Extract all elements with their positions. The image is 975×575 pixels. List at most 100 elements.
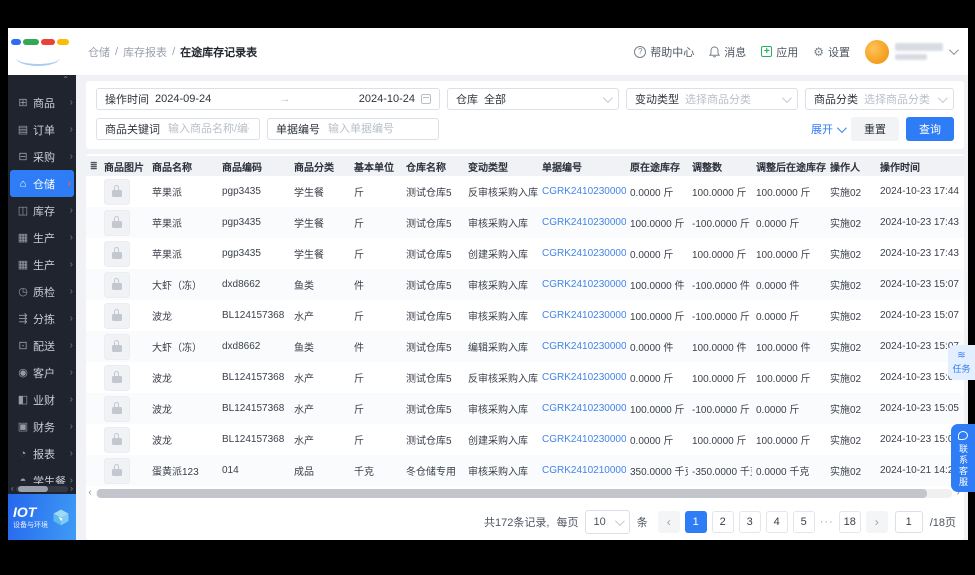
sidebar-item-student-meal[interactable]: ◓ 学生餐 › (8, 467, 76, 485)
lock-icon (112, 216, 122, 228)
scroll-left-icon[interactable]: ‹ (11, 485, 14, 493)
money-icon: ▣ (17, 421, 29, 433)
page-button-2[interactable]: 2 (711, 511, 734, 533)
scrollbar-track[interactable] (15, 486, 69, 492)
iot-module[interactable]: IOT 设备与环境 (8, 494, 76, 540)
keyword-input[interactable] (166, 122, 251, 136)
sidebar-scrollbar[interactable]: ‹ › (8, 484, 76, 494)
support-float-button[interactable]: 联系客服 (951, 424, 975, 492)
scrollbar-thumb[interactable] (97, 488, 928, 498)
page-button-5[interactable]: 5 (792, 511, 815, 533)
cell-unit: 件 (350, 269, 402, 300)
scroll-right-icon[interactable]: › (70, 485, 73, 493)
chevron-right-icon: › (69, 313, 73, 324)
page-button-1[interactable]: 1 (684, 511, 707, 533)
column-settings-icon[interactable]: ≣ (90, 161, 97, 171)
app-logo (8, 28, 76, 75)
page-button-4[interactable]: 4 (765, 511, 788, 533)
sidebar-item-sorting[interactable]: ⇶ 分拣 › (8, 305, 76, 332)
per-page-unit: 条 (636, 517, 648, 529)
sidebar-item-finance[interactable]: ▣ 财务 › (8, 413, 76, 440)
apps-button[interactable]: + 应用 (761, 44, 798, 60)
chevron-right-icon: › (69, 367, 73, 378)
breadcrumb-item[interactable]: 库存报表 (123, 44, 167, 60)
pagination: 共172条记录, 每页 10 条 ‹12345 ··· 18› /18页 (86, 498, 964, 534)
cell-time: 2024-10-23 15:07 (880, 310, 959, 321)
doc-number-link[interactable]: CGRK24102100002 (542, 465, 626, 476)
cell-code: pgp3435 (222, 248, 261, 259)
sidebar-item-goods[interactable]: ⊞ 商品 › (8, 89, 76, 116)
pager: ‹ 1 2 3 4 5 ··· 18 › (657, 511, 888, 533)
help-center-button[interactable]: ? 帮助中心 (634, 44, 694, 60)
date-to[interactable]: 2024-10-24 (359, 93, 415, 105)
cell-before: 0.0000 斤 (630, 436, 674, 447)
next-page-button[interactable]: › (865, 511, 888, 533)
docno-input[interactable] (326, 122, 430, 136)
doc-number-link[interactable]: CGRK24102300001 (542, 279, 626, 290)
breadcrumb-item[interactable]: 仓储 (88, 44, 110, 60)
doc-number-link[interactable]: CGRK24102300001 (542, 403, 626, 414)
split-icon: ⇶ (18, 313, 28, 325)
page-jump-input[interactable] (894, 511, 923, 533)
sidebar-item-inventory[interactable]: ◫ 库存 › (8, 197, 76, 224)
sidebar-item-quality[interactable]: ◷ 质检 › (8, 278, 76, 305)
prev-page-button[interactable]: ‹ (657, 511, 680, 533)
page-button-3[interactable]: 3 (738, 511, 761, 533)
tasks-float-button[interactable]: ≋ 任务 (948, 345, 975, 380)
row-expander-cell (86, 424, 100, 455)
doc-number-link[interactable]: CGRK24102300001 (542, 310, 626, 321)
doc-number-link[interactable]: CGRK24102300001 (542, 341, 626, 352)
messages-button[interactable]: 消息 (709, 44, 746, 60)
product-image-placeholder (104, 302, 130, 329)
doc-number-link[interactable]: CGRK24102300001 (542, 372, 626, 383)
category-select[interactable]: 商品分类 选择商品分类 (805, 88, 954, 110)
sidebar-menu: ⊞ 商品 › ▤ 订单 › ⊟ 采购 › ⌂ 仓储 › ◫ 库存 › ▦ 生产 › ▦ 生产 › ◷ 质检 › ⇶ 分拣 › ⊡ 配送 ›… (8, 85, 76, 484)
column-settings-header[interactable]: ≣ (86, 156, 100, 176)
product-image-placeholder (104, 364, 130, 391)
bag-icon: ⊟ (18, 151, 28, 163)
search-button[interactable]: 查询 (906, 117, 954, 141)
sidebar-item-procurement[interactable]: ⊟ 采购 › (8, 143, 76, 170)
sidebar-item-customers[interactable]: ◉ 客户 › (8, 359, 76, 386)
page-button-18[interactable]: 18 (838, 511, 861, 533)
change-type-select[interactable]: 变动类型 选择商品分类 (626, 88, 798, 110)
scrollbar-thumb[interactable] (17, 486, 49, 492)
sidebar-item-label: 学生餐 (33, 475, 66, 485)
warehouse-select[interactable]: 仓库 全部 (447, 88, 619, 110)
user-menu[interactable] (865, 39, 959, 64)
product-image-placeholder (104, 271, 130, 298)
product-image-placeholder (104, 240, 130, 267)
app-grid-icon: + (761, 46, 773, 57)
sidebar-item-warehouse[interactable]: ⌂ 仓储 › (10, 170, 74, 197)
doc-number-link[interactable]: CGRK24102300002 (542, 248, 626, 259)
cell-operator: 实施02 (830, 188, 862, 199)
doc-number-link[interactable]: CGRK24102300001 (542, 434, 626, 445)
table-row: 大虾（冻） dxd8662 鱼类件测试仓库5 审核采购入库 CGRK2410230000… (86, 269, 964, 300)
date-from[interactable]: 2024-09-24 (155, 93, 211, 105)
scroll-left-icon[interactable]: ‹ (86, 488, 94, 498)
reset-button[interactable]: 重置 (851, 117, 899, 141)
settings-button[interactable]: ⚙ 设置 (813, 44, 850, 60)
cell-operator: 实施02 (826, 269, 876, 300)
sidebar-item-biz-finance[interactable]: ◧ 业财 › (8, 386, 76, 413)
expand-filters-link[interactable]: 展开 (811, 121, 847, 137)
chat-bubble-icon (958, 431, 968, 440)
sidebar-item-reports[interactable]: ◔ 报表 › (8, 440, 76, 467)
filter-panel: 操作时间 2024-09-24 → 2024-10-24 仓库 全部 变动类型 … (86, 81, 964, 149)
sidebar-item-production-2[interactable]: ▦ 生产 › (8, 251, 76, 278)
docno-field[interactable]: 单据编号 (267, 118, 439, 140)
scrollbar-track[interactable] (96, 488, 952, 498)
menu-scroll-up-icon[interactable]: ⌃ (8, 75, 76, 85)
row-expander-cell (86, 238, 100, 269)
date-range-picker[interactable]: 操作时间 2024-09-24 → 2024-10-24 (96, 88, 440, 110)
per-page-select[interactable]: 10 (585, 510, 630, 534)
doc-number-link[interactable]: CGRK24102300002 (542, 186, 626, 197)
cell-operator: 实施02 (830, 374, 862, 385)
cell-adjust: 100.0000 斤 (692, 250, 747, 261)
sidebar-item-delivery[interactable]: ⊡ 配送 › (8, 332, 76, 359)
horizontal-scrollbar[interactable]: ‹ › (86, 486, 964, 498)
sidebar-item-production-1[interactable]: ▦ 生产 › (8, 224, 76, 251)
sidebar-item-orders[interactable]: ▤ 订单 › (8, 116, 76, 143)
keyword-field[interactable]: 商品关键词 (96, 118, 260, 140)
doc-number-link[interactable]: CGRK24102300002 (542, 217, 626, 228)
